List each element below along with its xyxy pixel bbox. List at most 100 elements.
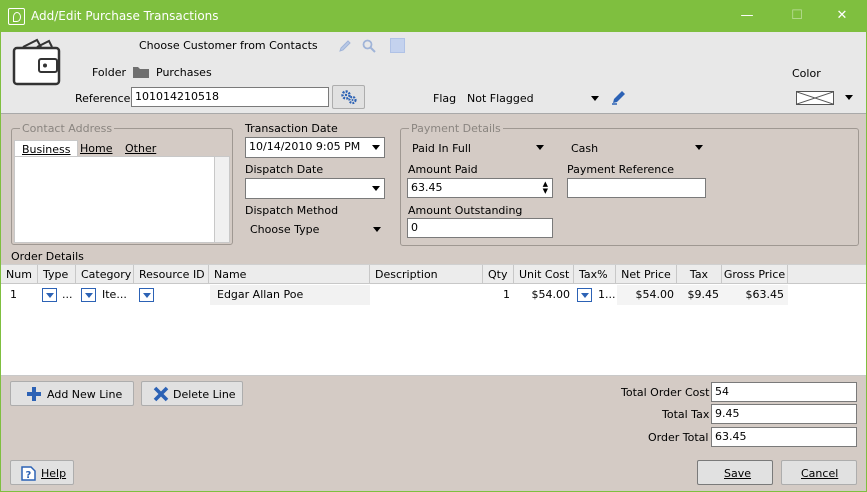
spin-buttons[interactable]: ▲ ▼ — [543, 181, 548, 195]
order-details-grid: Num Type Category Resource ID Name Descr… — [1, 264, 866, 376]
tab-other-label: Other — [125, 142, 157, 155]
chevron-down-icon — [536, 145, 544, 150]
cancel-label: Cancel — [801, 467, 839, 480]
column-header-gross-price[interactable]: Gross Price — [722, 265, 788, 284]
total-tax-label: Total Tax — [662, 408, 710, 421]
cell-type: ... — [62, 288, 73, 301]
tab-home[interactable]: Home — [78, 142, 122, 157]
delete-line-button[interactable]: Delete Line — [141, 381, 243, 406]
chevron-down-icon — [695, 145, 703, 150]
flag-select[interactable]: Not Flagged — [463, 87, 603, 107]
cell-gross-price: $63.45 — [745, 288, 785, 301]
contact-address-group: Contact Address Business Home Other — [11, 122, 233, 245]
color-swatch[interactable] — [796, 91, 834, 105]
generate-reference-button[interactable] — [332, 85, 365, 109]
column-header-unit-cost[interactable]: Unit Cost — [514, 265, 574, 284]
save-label: Save — [724, 467, 752, 480]
header-panel: Choose Customer from Contacts Folder Pur… — [1, 32, 866, 114]
maximize-button[interactable]: ☐ — [777, 5, 817, 27]
cell-unit-cost: $54.00 — [531, 288, 571, 301]
tab-business[interactable]: Business — [14, 140, 78, 157]
flag-value: Not Flagged — [467, 92, 534, 105]
type-dropdown-icon[interactable] — [42, 288, 57, 302]
amount-paid-value: 63.45 — [411, 181, 443, 194]
total-tax-input[interactable]: 9.45 — [711, 404, 857, 424]
edit-contact-icon[interactable] — [337, 38, 353, 54]
column-header-name[interactable]: Name — [209, 265, 370, 284]
tab-home-label: Home — [80, 142, 113, 155]
gears-icon — [341, 90, 357, 105]
save-button[interactable]: Save — [697, 460, 773, 485]
column-header-qty[interactable]: Qty — [483, 265, 514, 284]
dispatch-date-picker[interactable] — [245, 178, 385, 199]
close-button[interactable]: ✕ — [822, 5, 862, 27]
folder-value[interactable]: Purchases — [156, 66, 212, 79]
address-scrollbar[interactable] — [215, 156, 230, 243]
payment-method-value: Cash — [571, 142, 599, 155]
cell-tax: $9.45 — [687, 288, 720, 301]
payment-method-select[interactable]: Cash — [567, 139, 707, 157]
delete-x-icon — [153, 386, 169, 402]
help-button[interactable]: ? Help — [10, 460, 74, 485]
address-textarea[interactable] — [14, 156, 215, 243]
folder-label: Folder — [92, 66, 126, 79]
dispatch-method-value: Choose Type — [250, 223, 320, 236]
order-total-label: Order Total — [648, 431, 709, 444]
plus-icon — [27, 387, 41, 401]
transaction-date-label: Transaction Date — [245, 122, 338, 135]
edit-flag-icon[interactable] — [610, 88, 628, 106]
no-color-icon — [796, 91, 834, 105]
add-new-line-button[interactable]: Add New Line — [10, 381, 134, 406]
cell-num: 1 — [10, 288, 17, 301]
minimize-button[interactable]: — — [727, 5, 767, 27]
svg-text:?: ? — [26, 470, 32, 481]
app-icon — [8, 8, 25, 25]
reference-label: Reference — [75, 92, 131, 105]
color-dropdown-icon[interactable] — [845, 95, 853, 100]
cell-name: Edgar Allan Poe — [217, 288, 304, 301]
search-contact-icon[interactable] — [361, 38, 377, 54]
wallet-icon — [12, 38, 61, 86]
transaction-date-picker[interactable]: 10/14/2010 9:05 PM — [245, 137, 385, 158]
dispatch-method-select[interactable]: Choose Type — [245, 219, 385, 239]
delete-line-label: Delete Line — [173, 388, 236, 401]
resource-dropdown-icon[interactable] — [139, 288, 154, 302]
clear-contact-icon[interactable] — [390, 38, 405, 53]
column-header-tax[interactable]: Tax — [677, 265, 722, 284]
choose-customer-link[interactable]: Choose Customer from Contacts — [139, 39, 318, 52]
column-header-description[interactable]: Description — [370, 265, 483, 284]
payment-reference-label: Payment Reference — [567, 163, 675, 176]
folder-icon — [133, 67, 149, 78]
payment-details-group: Payment Details Paid In Full Cash Amount… — [400, 122, 859, 246]
tax-dropdown-icon[interactable] — [577, 288, 592, 302]
column-header-resource-id[interactable]: Resource ID — [134, 265, 209, 284]
payment-status-value: Paid In Full — [412, 142, 471, 155]
table-row[interactable]: 1 ... Ite... Edgar Allan Poe 1 $54.00 1.… — [1, 285, 788, 306]
chevron-down-icon — [372, 186, 380, 191]
payment-reference-input[interactable] — [567, 178, 706, 198]
cell-net-price: $54.00 — [635, 288, 675, 301]
help-icon: ? — [21, 466, 36, 481]
cancel-button[interactable]: Cancel — [781, 460, 857, 485]
column-header-type[interactable]: Type — [38, 265, 76, 284]
order-details-label: Order Details — [11, 250, 84, 263]
column-header-num[interactable]: Num — [1, 265, 38, 284]
column-header-tax-pct[interactable]: Tax% — [574, 265, 616, 284]
order-total-input[interactable]: 63.45 — [711, 427, 857, 447]
flag-label: Flag — [433, 92, 457, 105]
amount-paid-label: Amount Paid — [408, 163, 478, 176]
cell-tax-pct: 1... — [598, 288, 616, 301]
amount-outstanding-input[interactable]: 0 — [407, 218, 553, 238]
payment-details-legend: Payment Details — [409, 122, 503, 135]
tab-other[interactable]: Other — [122, 142, 166, 157]
payment-status-select[interactable]: Paid In Full — [408, 139, 548, 157]
amount-paid-input[interactable]: 63.45 ▲ ▼ — [407, 178, 553, 198]
column-header-net-price[interactable]: Net Price — [616, 265, 677, 284]
column-header-category[interactable]: Category — [76, 265, 134, 284]
total-order-cost-input[interactable]: 54 — [711, 382, 857, 402]
color-label: Color — [792, 67, 821, 80]
reference-input[interactable]: 101014210518 — [131, 87, 329, 107]
chevron-down-icon — [591, 96, 599, 101]
column-header-filler — [788, 265, 866, 284]
category-dropdown-icon[interactable] — [81, 288, 96, 302]
